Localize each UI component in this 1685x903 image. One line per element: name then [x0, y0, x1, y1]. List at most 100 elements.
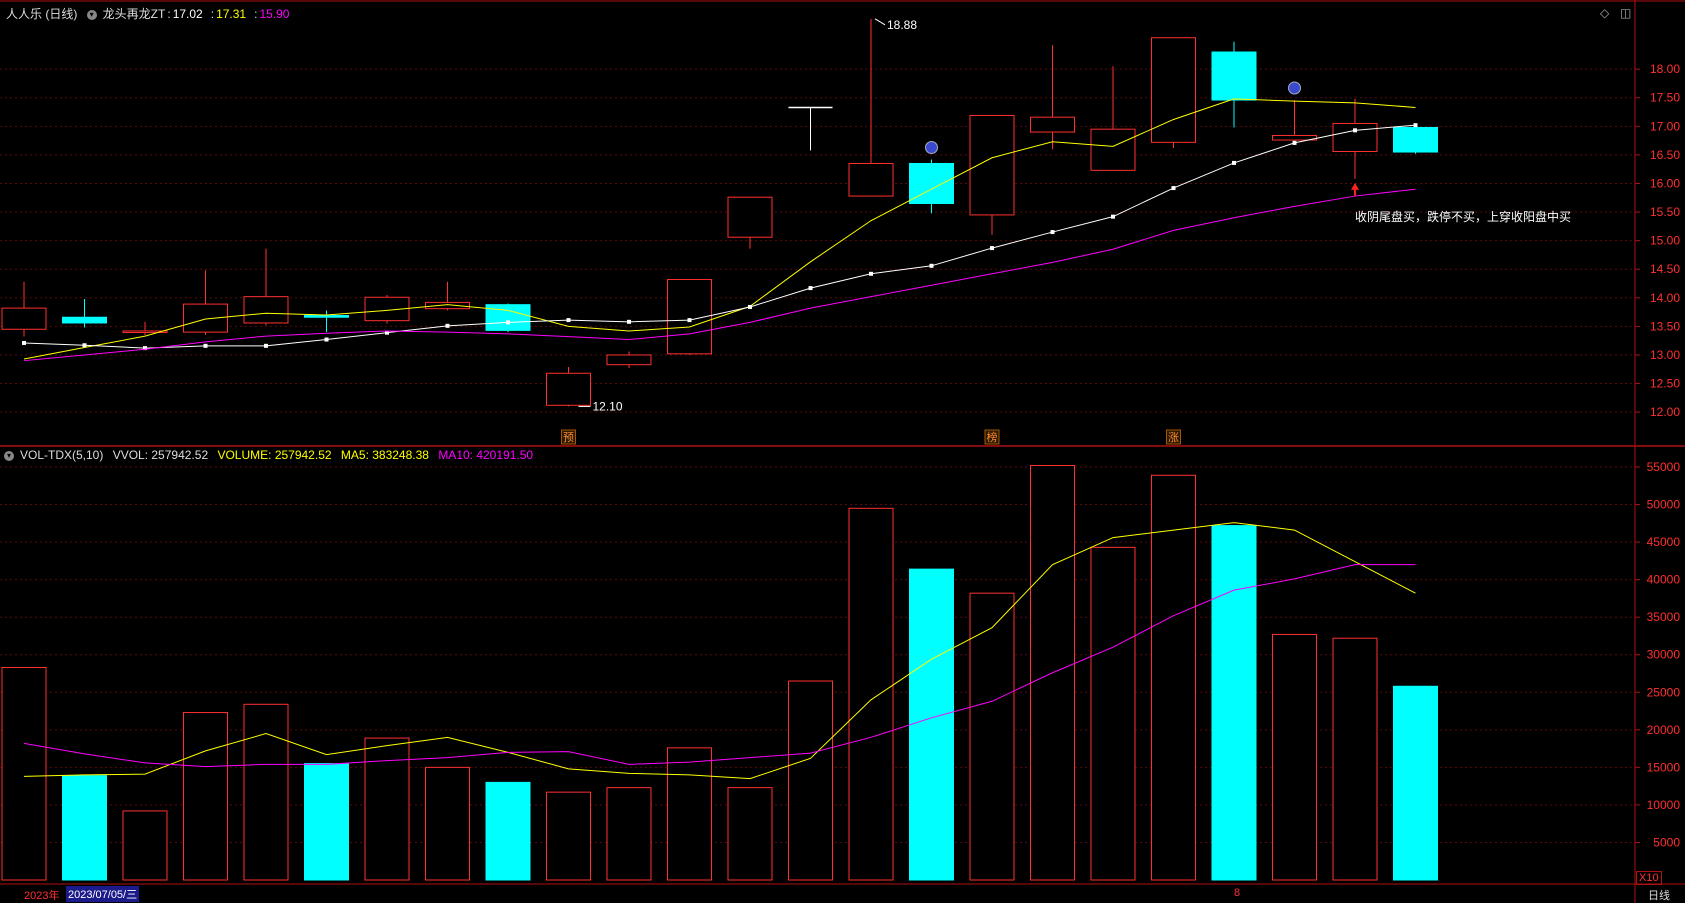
candle[interactable]: [122, 321, 168, 335]
volume-bar[interactable]: [1272, 633, 1317, 881]
indicator-dropdown-icon[interactable]: ▾: [86, 9, 97, 20]
candle[interactable]: [183, 270, 228, 335]
ma-point: [1353, 128, 1357, 133]
buy-arrow-icon[interactable]: [1351, 182, 1359, 196]
volume-bar[interactable]: [243, 703, 289, 881]
footer-date[interactable]: 2023/07/05/三: [66, 886, 140, 902]
volume-bar[interactable]: [848, 507, 894, 881]
volume-bar[interactable]: [425, 766, 470, 881]
vol-ma10-value: MA10: 420191.50: [438, 448, 534, 462]
candle[interactable]: [1393, 124, 1438, 154]
ma-point: [1050, 230, 1055, 235]
ma-point: [324, 337, 329, 342]
candle-body: [727, 196, 773, 238]
candle[interactable]: [788, 106, 833, 151]
candle[interactable]: [1151, 37, 1196, 149]
volume-bar[interactable]: [1393, 685, 1438, 881]
price-tick-label: 12.50: [1650, 377, 1680, 391]
volume-tick-label: 30000: [1647, 648, 1681, 662]
vvol-value: VVOL: 257942.52: [112, 448, 209, 462]
period-label[interactable]: 日线: [1648, 887, 1670, 903]
candle-body: [969, 114, 1015, 216]
price-tick-label: 17.00: [1650, 119, 1680, 133]
panel-toggle-icon[interactable]: ◫: [1620, 6, 1631, 20]
volume-bar[interactable]: [1211, 525, 1257, 881]
candle[interactable]: [62, 298, 107, 328]
ma-point: [1413, 123, 1418, 128]
ma-point: [264, 343, 268, 348]
volume-bar[interactable]: [1332, 637, 1378, 881]
candle-body: [848, 162, 894, 197]
vol-ma5-value: MA5: 383248.38: [340, 448, 429, 462]
candle[interactable]: [848, 18, 894, 197]
candle-body: [183, 303, 228, 333]
candle[interactable]: [606, 351, 652, 369]
volume-tick-label: 40000: [1647, 573, 1681, 587]
volume-tick-label: 5000: [1653, 835, 1680, 849]
price-header: 人人乐 (日线) ▾ 龙头再龙ZT:17.02:17.31:15.90: [6, 7, 290, 21]
candle[interactable]: [485, 303, 531, 333]
candle[interactable]: [1, 281, 47, 337]
volume-bar[interactable]: [606, 787, 652, 881]
volume-bar[interactable]: [304, 763, 349, 881]
volume-bar[interactable]: [788, 680, 833, 881]
volume-indicator-name[interactable]: VOL-TDX(5,10): [20, 448, 103, 462]
volume-bar[interactable]: [909, 568, 954, 881]
indicator-value-1: 17.02: [172, 7, 203, 21]
ma-point: [929, 263, 934, 268]
zoom-indicator[interactable]: X10: [1636, 871, 1662, 885]
candle[interactable]: [1030, 45, 1075, 150]
volume-bar[interactable]: [485, 781, 531, 881]
volume-bar[interactable]: [183, 712, 228, 881]
ma-point: [627, 319, 631, 324]
stock-chart[interactable]: 12.00 12.50 13.00 13.50 14.00 14.50 15.00 15.50…: [0, 0, 1685, 903]
volume-bar[interactable]: [1151, 474, 1196, 881]
candle[interactable]: [1332, 98, 1378, 179]
low-price-label: 12.10: [593, 399, 623, 413]
candle[interactable]: [1272, 100, 1317, 144]
candle-body: [62, 316, 107, 324]
volume-bar[interactable]: [122, 810, 168, 881]
volume-tick-label: 10000: [1647, 798, 1681, 812]
volume-bar[interactable]: [1090, 546, 1136, 881]
signal-face-icon[interactable]: [925, 140, 938, 154]
ma-point: [869, 271, 873, 276]
candle[interactable]: [1211, 41, 1257, 128]
price-tick-label: 17.50: [1650, 91, 1680, 105]
price-tick-label: 16.50: [1650, 148, 1680, 162]
candle-body: [546, 372, 591, 406]
diamond-icon[interactable]: ◇: [1600, 6, 1609, 20]
price-ma-line-ma_white: [23, 124, 1416, 349]
volume-bar[interactable]: [546, 791, 591, 881]
candle[interactable]: [969, 114, 1015, 235]
price-ma-line-ma_magenta: [23, 188, 1416, 362]
candle-body: [304, 315, 349, 318]
indicator-name[interactable]: 龙头再龙ZT: [103, 7, 166, 21]
volume-ma-line-ma_magenta: [23, 564, 1416, 768]
price-tick-label: 14.50: [1650, 262, 1680, 276]
ma-point: [1232, 160, 1236, 165]
footer-month-mark: 8: [1234, 887, 1241, 899]
candle[interactable]: [909, 159, 954, 214]
indicator-value-3: 15.90: [259, 7, 290, 21]
volume-bar[interactable]: [62, 775, 107, 881]
ma-point: [1292, 140, 1297, 145]
ma-point: [1171, 186, 1176, 191]
volume-bar[interactable]: [667, 747, 712, 881]
price-tick-label: 13.00: [1650, 348, 1680, 362]
volume-tick-label: 15000: [1647, 760, 1681, 774]
candle[interactable]: [546, 366, 591, 407]
candle[interactable]: [1090, 66, 1136, 171]
volume-indicator-dropdown-icon[interactable]: ▾: [4, 450, 14, 461]
candle-body: [1332, 122, 1378, 152]
signal-face-icon[interactable]: [1288, 81, 1301, 95]
volume-bar[interactable]: [727, 787, 773, 881]
volume-tick-label: 55000: [1647, 460, 1681, 474]
ma-point: [1111, 214, 1115, 219]
price-tick-label: 14.00: [1650, 291, 1680, 305]
price-tick-label: 15.00: [1650, 234, 1680, 248]
volume-bar[interactable]: [1, 666, 47, 881]
strategy-annotation: 收阴尾盘买，跌停不买，上穿收阳盘中买: [1355, 210, 1572, 224]
volume-tick-label: 25000: [1647, 685, 1681, 699]
candle-body: [1393, 126, 1438, 153]
